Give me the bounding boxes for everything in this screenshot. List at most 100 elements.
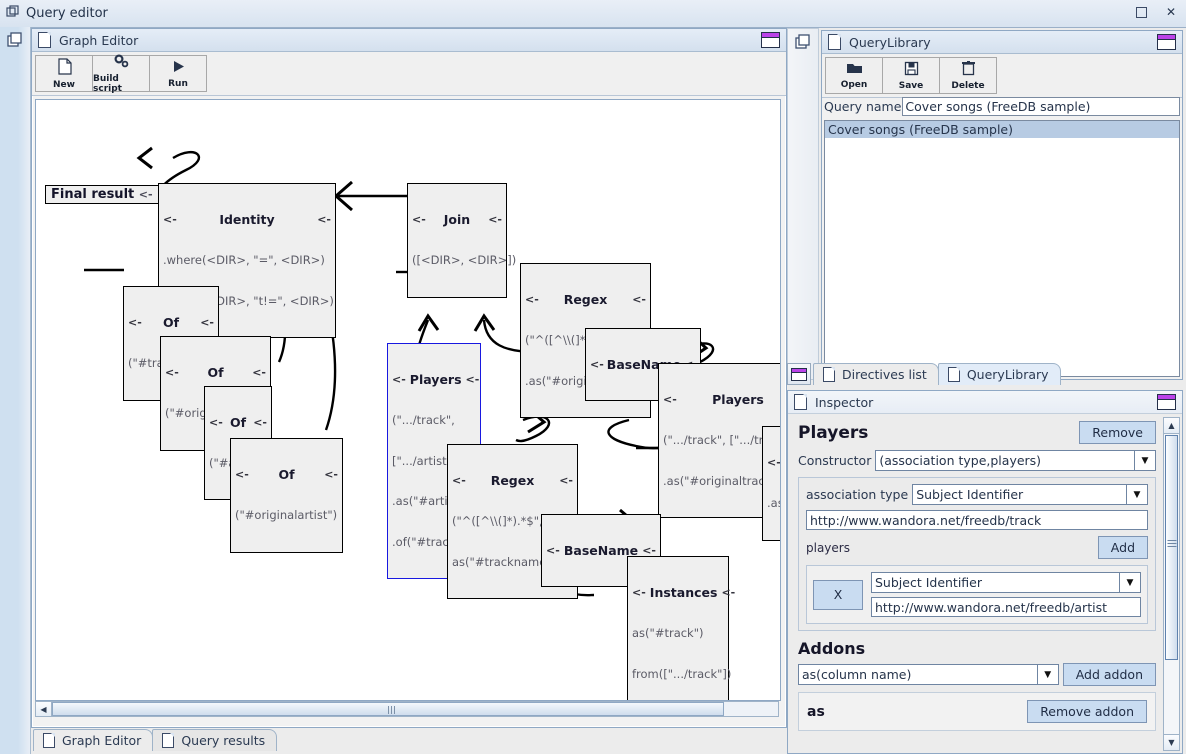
chevron-down-icon[interactable]: ▼ bbox=[1134, 451, 1155, 470]
node-left-arrow: <- bbox=[392, 372, 406, 387]
window-title: Query editor bbox=[26, 6, 108, 21]
tab-label: Graph Editor bbox=[62, 733, 141, 748]
node-left-arrow: <- bbox=[235, 467, 249, 482]
tab-label: Query results bbox=[181, 733, 265, 748]
tab-label: Directives list bbox=[842, 367, 927, 382]
query-library-tabbar: Directives list QueryLibrary bbox=[787, 363, 1183, 385]
window-stack-icon[interactable] bbox=[794, 33, 814, 53]
node-line: ("#originalartist") bbox=[235, 509, 338, 523]
node-left-arrow: <- bbox=[165, 365, 179, 380]
new-button[interactable]: New bbox=[35, 55, 93, 92]
constructor-value: (association type,players) bbox=[876, 451, 1134, 470]
query-library-restore-icon[interactable] bbox=[1157, 34, 1176, 50]
tab-directives-list[interactable]: Directives list bbox=[813, 363, 939, 385]
tab-query-results[interactable]: Query results bbox=[152, 729, 277, 751]
canvas-horizontal-scrollbar[interactable]: ◀ bbox=[35, 701, 779, 717]
panel-restore-button[interactable] bbox=[787, 363, 811, 385]
query-name-label: Query name bbox=[824, 97, 902, 116]
save-button[interactable]: Save bbox=[882, 57, 940, 94]
open-button[interactable]: Open bbox=[825, 57, 883, 94]
document-icon bbox=[38, 32, 51, 48]
chevron-down-icon[interactable]: ▼ bbox=[1126, 485, 1147, 504]
window-app-icon bbox=[0, 5, 26, 23]
node-right-arrow: <- bbox=[200, 315, 214, 330]
scroll-thumb[interactable] bbox=[52, 702, 724, 716]
folder-open-icon bbox=[846, 61, 863, 78]
node-right-arrow: <- bbox=[488, 212, 502, 227]
node-right-arrow: <- bbox=[324, 467, 338, 482]
node-right-arrow: <- bbox=[252, 365, 266, 380]
final-result-node[interactable]: Final result <- bbox=[45, 185, 159, 204]
close-icon[interactable]: ✕ bbox=[1162, 3, 1180, 21]
trash-icon bbox=[962, 61, 975, 79]
add-addon-button[interactable]: Add addon bbox=[1063, 663, 1156, 686]
maximize-icon[interactable] bbox=[1132, 3, 1150, 21]
inspector-title-row: Players Remove bbox=[798, 421, 1156, 444]
document-icon bbox=[794, 394, 807, 410]
query-library-title: QueryLibrary bbox=[849, 35, 931, 50]
constructor-label: Constructor bbox=[798, 453, 871, 468]
addon-header-row: as Remove addon bbox=[807, 700, 1147, 723]
query-list[interactable]: Cover songs (FreeDB sample) bbox=[824, 120, 1180, 377]
scroll-down-icon[interactable]: ▼ bbox=[1164, 734, 1179, 750]
add-player-button[interactable]: Add bbox=[1098, 536, 1148, 559]
window-controls: ✕ bbox=[1132, 3, 1180, 21]
inspector-window: Inspector Players Remove Constructor (as… bbox=[787, 390, 1183, 754]
node-title: Players bbox=[406, 372, 466, 387]
node-title: Instances bbox=[646, 585, 722, 600]
node-right-arrow: <- bbox=[721, 585, 735, 600]
graph-editor-restore-icon[interactable] bbox=[761, 32, 780, 48]
final-result-arrow: <- bbox=[139, 188, 153, 201]
node-left-arrow: <- bbox=[546, 543, 560, 558]
addon-entry: as Remove addon bbox=[798, 692, 1156, 731]
node-title: Players bbox=[677, 392, 781, 407]
graph-editor-toolbar: New Build script Run bbox=[32, 52, 786, 96]
node-title: Of bbox=[249, 467, 324, 482]
delete-button[interactable]: Delete bbox=[939, 57, 997, 94]
association-group: association type Subject Identifier ▼ ht… bbox=[798, 477, 1156, 631]
node-identity-clipped[interactable]: <- Ide .as("#or bbox=[762, 426, 781, 541]
chevron-down-icon[interactable]: ▼ bbox=[1037, 665, 1058, 684]
player-entry: X Subject Identifier ▼ http://www.wandor… bbox=[806, 565, 1148, 624]
run-button[interactable]: Run bbox=[149, 55, 207, 92]
list-item[interactable]: Cover songs (FreeDB sample) bbox=[825, 121, 1179, 138]
association-type-uri-input[interactable]: http://www.wandora.net/freedb/track bbox=[806, 510, 1148, 530]
node-right-arrow: <- bbox=[632, 292, 646, 307]
remove-player-button[interactable]: X bbox=[813, 580, 863, 610]
scroll-track[interactable] bbox=[52, 702, 778, 716]
bottom-tabbar: Graph Editor Query results bbox=[33, 729, 276, 751]
node-join[interactable]: <- Join <- ([<DIR>, <DIR>]) bbox=[407, 183, 507, 298]
inspector-vertical-scrollbar[interactable]: ▲ ▼ bbox=[1163, 417, 1180, 751]
graph-canvas[interactable]: Final result <- <- Identity <- .where(<D… bbox=[35, 99, 781, 701]
query-name-input[interactable]: Cover songs (FreeDB sample) bbox=[902, 97, 1180, 116]
addon-select[interactable]: as(column name) ▼ bbox=[798, 664, 1059, 685]
player-type-select[interactable]: Subject Identifier ▼ bbox=[871, 572, 1141, 593]
remove-button[interactable]: Remove bbox=[1079, 421, 1156, 444]
inspector-restore-icon[interactable] bbox=[1157, 394, 1176, 410]
constructor-row: Constructor (association type,players) ▼ bbox=[798, 450, 1156, 471]
build-script-button[interactable]: Build script bbox=[92, 55, 150, 92]
players-label: players bbox=[806, 541, 850, 555]
scroll-left-icon[interactable]: ◀ bbox=[36, 702, 52, 716]
delete-button-label: Delete bbox=[951, 81, 984, 91]
query-library-window: QueryLibrary Open Save Delete bbox=[821, 30, 1183, 380]
node-line: as("#track") bbox=[632, 627, 724, 641]
node-line: from([".../track"]) bbox=[632, 668, 724, 682]
node-instances[interactable]: <- Instances <- as("#track") from([".../… bbox=[627, 556, 729, 701]
scroll-up-icon[interactable]: ▲ bbox=[1164, 418, 1179, 434]
constructor-select[interactable]: (association type,players) ▼ bbox=[875, 450, 1156, 471]
tab-graph-editor[interactable]: Graph Editor bbox=[33, 729, 153, 751]
graph-editor-title: Graph Editor bbox=[59, 33, 138, 48]
window-stack-icon[interactable] bbox=[6, 31, 26, 51]
node-of-originalartist[interactable]: <- Of <- ("#originalartist") bbox=[230, 438, 343, 553]
player-uri-input[interactable]: http://www.wandora.net/freedb/artist bbox=[871, 597, 1141, 617]
chevron-down-icon[interactable]: ▼ bbox=[1119, 573, 1140, 592]
node-left-arrow: <- bbox=[767, 455, 781, 470]
tab-query-library[interactable]: QueryLibrary bbox=[938, 363, 1061, 385]
remove-addon-button[interactable]: Remove addon bbox=[1027, 700, 1147, 723]
query-library-header: QueryLibrary bbox=[822, 31, 1182, 54]
node-right-arrow: <- bbox=[559, 473, 573, 488]
node-left-arrow: <- bbox=[590, 357, 604, 372]
association-type-select[interactable]: Subject Identifier ▼ bbox=[912, 484, 1148, 505]
scroll-thumb[interactable] bbox=[1165, 435, 1178, 660]
